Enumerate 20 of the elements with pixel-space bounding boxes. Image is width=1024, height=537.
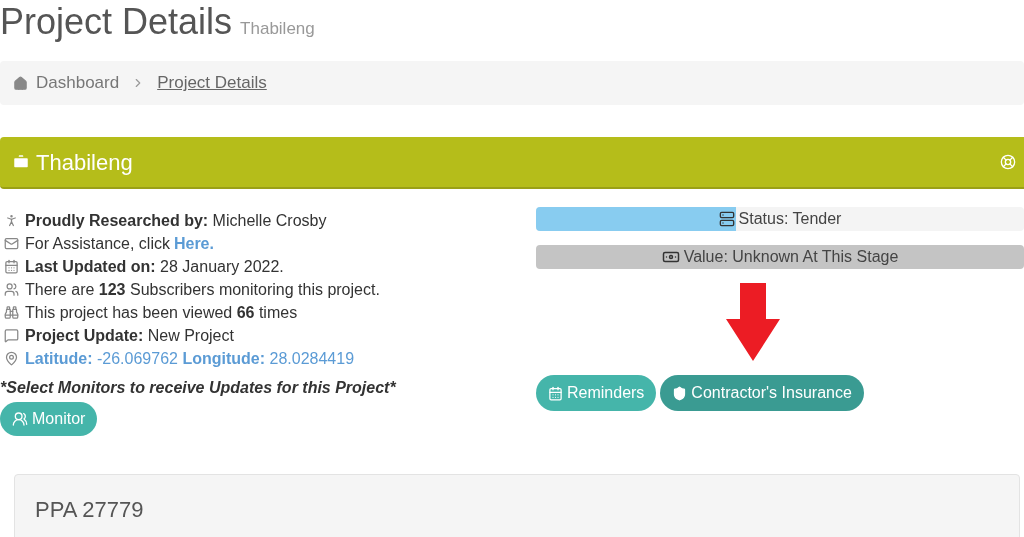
monitor-note: *Select Monitors to receive Updates for this Project* bbox=[0, 378, 398, 398]
help-link[interactable]: Here. bbox=[173, 231, 214, 256]
action-button[interactable]: Contractor's Insurance bbox=[660, 375, 864, 411]
info-text: Last Updated on: 28 January 2022. bbox=[25, 256, 284, 277]
info-text: For Assistance, click bbox=[25, 233, 170, 254]
breadcrumb-link[interactable]: Dashboard bbox=[36, 70, 120, 96]
bar-label: Status: Tender bbox=[738, 209, 842, 229]
page-subtitle: Thabileng bbox=[240, 18, 315, 40]
panel-title: Thabileng bbox=[36, 148, 133, 177]
info-text: Project Update: New Project bbox=[25, 325, 234, 346]
info-text: This project has been viewed 66 times bbox=[25, 302, 298, 323]
info-text: Latitude: -26.069762 Longitude: 28.0284419 bbox=[25, 348, 355, 369]
monitor-button[interactable]: Monitor bbox=[0, 402, 98, 436]
info-text: Proudly Researched by: Michelle Crosby bbox=[25, 210, 327, 231]
breadcrumb-link[interactable]: Project Details bbox=[157, 70, 267, 96]
card-title: PPA 27779 bbox=[35, 497, 144, 522]
info-text: There are 123 Subscribers monitoring this project. bbox=[25, 279, 380, 300]
bar-label: Value: Unknown At This Stage bbox=[683, 247, 899, 267]
action-button[interactable]: Reminders bbox=[536, 375, 657, 411]
page-title: Project Details bbox=[0, 0, 233, 44]
